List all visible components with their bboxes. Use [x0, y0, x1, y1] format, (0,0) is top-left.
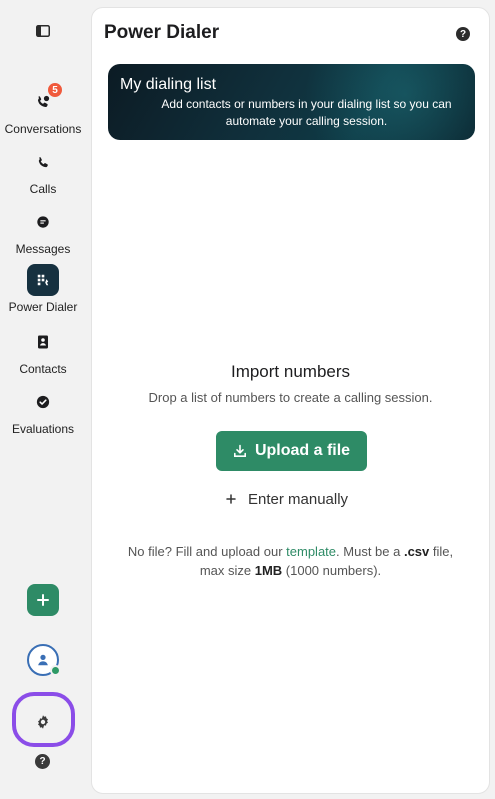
dialing-list-banner: My dialing list Add contacts or numbers …: [108, 64, 475, 140]
sidebar-item-label: Calls: [29, 182, 57, 196]
enter-manually-label: Enter manually: [248, 490, 349, 508]
phone-chat-icon: 5: [27, 82, 63, 118]
sidebar-item-calls[interactable]: Calls: [0, 146, 86, 202]
sidebar-item-contacts[interactable]: Contacts: [0, 326, 86, 382]
online-status-dot: [50, 665, 61, 676]
sidebar-item-conversations[interactable]: 5 Conversations: [0, 82, 86, 142]
sidebar-item-messages[interactable]: Messages: [0, 206, 86, 262]
avatar[interactable]: [27, 644, 61, 676]
check-circle-icon: [27, 386, 59, 418]
upload-file-label: Upload a file: [254, 442, 351, 459]
power-dialer-icon: [27, 264, 59, 296]
plus-icon: [226, 494, 236, 504]
gear-icon[interactable]: [31, 710, 55, 734]
file-requirements-note: No file? Fill and upload our template. M…: [127, 544, 454, 578]
power-dialer-panel: Power Dialer ? My dialing list Add conta…: [91, 7, 490, 794]
sidebar-toggle-icon[interactable]: [33, 22, 53, 40]
user-icon: [38, 654, 48, 666]
enter-manually-button[interactable]: Enter manually: [226, 489, 348, 509]
sidebar-item-label: Messages: [15, 242, 71, 256]
upload-file-button[interactable]: Upload a file: [216, 431, 367, 471]
import-title: Import numbers: [230, 362, 351, 381]
help-icon[interactable]: ?: [35, 754, 50, 769]
sidebar-item-label: Evaluations: [11, 422, 75, 436]
sidebar-item-evaluations[interactable]: Evaluations: [0, 386, 86, 442]
banner-description: Add contacts or numbers in your dialing …: [161, 97, 452, 128]
sidebar-item-label: Contacts: [19, 362, 67, 376]
sidebar-item-power-dialer[interactable]: Power Dialer: [0, 264, 86, 320]
download-icon: [233, 444, 246, 457]
message-icon: [27, 206, 59, 238]
banner-title: My dialing list: [120, 76, 217, 93]
import-subtitle: Drop a list of numbers to create a calli…: [148, 390, 433, 405]
unread-badge: 5: [47, 82, 63, 98]
contact-book-icon: [27, 326, 59, 358]
sidebar: 5 Conversations Calls Messages Power Dia…: [0, 0, 86, 799]
csv-extension: .csv: [403, 544, 430, 559]
help-icon[interactable]: ?: [456, 27, 470, 41]
page-title: Power Dialer: [104, 22, 220, 43]
phone-icon: [27, 146, 59, 178]
sidebar-item-label: Conversations: [4, 122, 82, 136]
max-size: 1MB: [254, 563, 283, 578]
plus-icon: [37, 594, 49, 606]
template-link[interactable]: template: [286, 544, 336, 559]
add-button[interactable]: [27, 584, 59, 616]
sidebar-item-label: Power Dialer: [8, 300, 78, 314]
